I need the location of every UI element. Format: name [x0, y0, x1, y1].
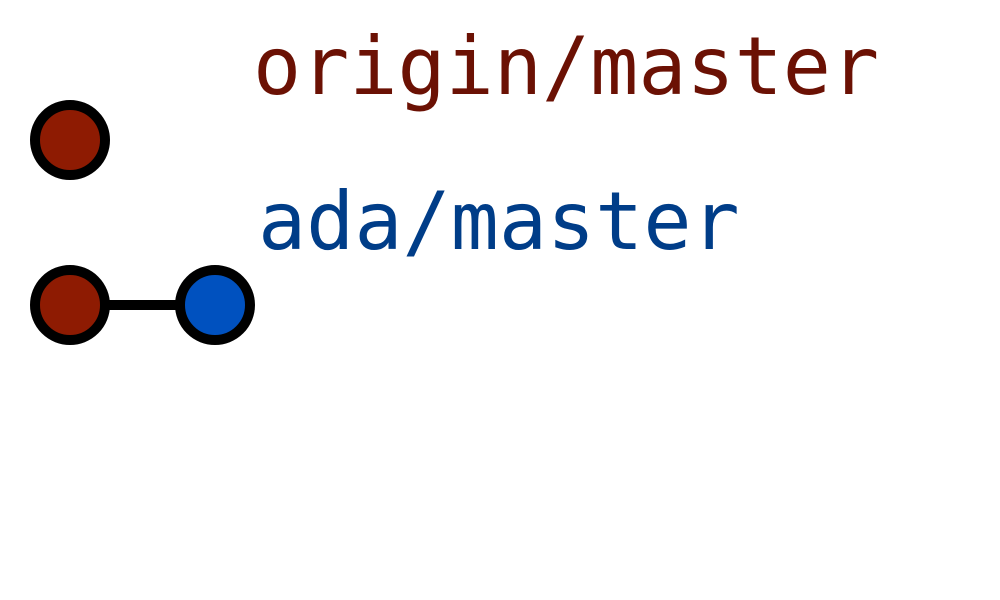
- branch-label-ada-master: ada/master: [258, 175, 740, 268]
- commit-node-ada-base: [30, 265, 110, 345]
- git-branch-diagram: origin/master ada/master: [30, 20, 879, 345]
- commit-node-ada-new: [175, 265, 255, 345]
- commit-node-origin-master: [30, 100, 110, 180]
- branch-label-origin-master: origin/master: [253, 20, 879, 113]
